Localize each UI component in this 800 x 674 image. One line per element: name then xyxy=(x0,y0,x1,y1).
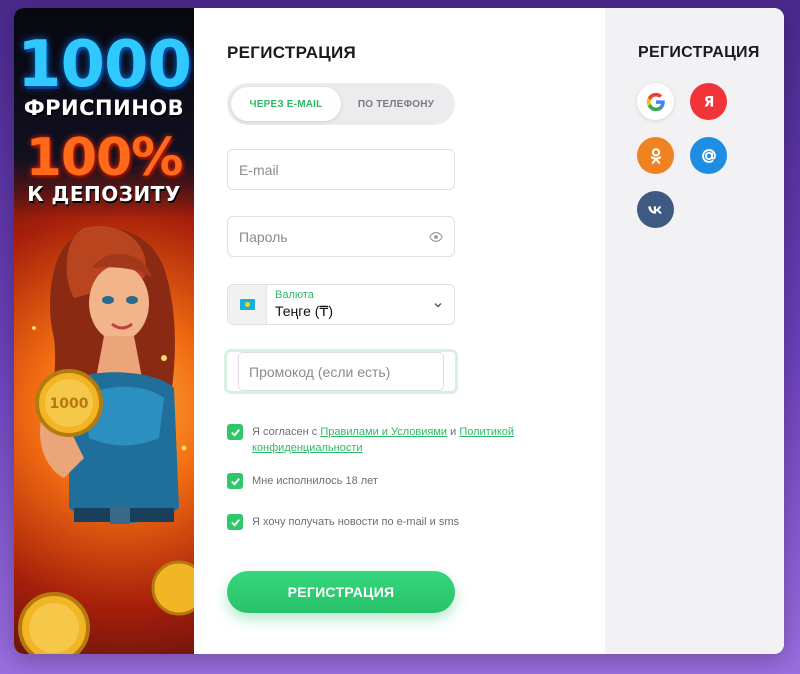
age-text: Мне исполнилось 18 лет xyxy=(252,475,378,487)
email-field[interactable] xyxy=(227,149,455,190)
currency-text: Валюта Теңге (₸) xyxy=(267,289,432,320)
promo-field-inner xyxy=(238,352,444,391)
terms-text: Я согласен с Правилами и Условиями и Пол… xyxy=(252,424,527,456)
odnoklassniki-login-button[interactable] xyxy=(637,137,674,174)
form-title: РЕГИСТРАЦИЯ xyxy=(227,43,357,62)
age-checkbox-row: Мне исполнилось 18 лет xyxy=(227,473,378,489)
terms-checkbox[interactable] xyxy=(227,424,243,440)
mail-ru-icon xyxy=(701,148,716,163)
kazakhstan-flag-icon xyxy=(239,299,255,310)
email-input[interactable] xyxy=(239,161,443,178)
terms-prefix: Я согласен с xyxy=(252,426,321,438)
check-icon xyxy=(230,518,240,527)
terms-checkbox-row: Я согласен с Правилами и Условиями и Пол… xyxy=(227,424,527,456)
promo-input[interactable] xyxy=(249,363,433,380)
banner-deposit-label: К ДЕПОЗИТУ xyxy=(27,182,181,206)
eye-icon[interactable] xyxy=(429,230,443,244)
tab-phone[interactable]: ПО ТЕЛЕФОНУ xyxy=(341,87,451,121)
google-login-button[interactable] xyxy=(637,83,674,120)
terms-link[interactable]: Правилами и Условиями xyxy=(320,426,447,438)
tab-email[interactable]: ЧЕРЕЗ E-MAIL xyxy=(231,87,341,121)
banner-freespins-count: 1000 xyxy=(16,28,192,102)
registration-modal: 1000 ФРИСПИНОВ 100% К ДЕПОЗИТУ 1000 РЕГИ… xyxy=(14,8,784,654)
vk-login-button[interactable] xyxy=(637,191,674,228)
chevron-down-icon xyxy=(434,302,442,307)
currency-select[interactable]: Валюта Теңге (₸) xyxy=(227,284,455,325)
banner-freespins-label: ФРИСПИНОВ xyxy=(23,96,185,120)
password-field[interactable] xyxy=(227,216,455,257)
vk-icon xyxy=(647,205,662,214)
password-input[interactable] xyxy=(239,228,429,245)
yandex-login-button[interactable]: Я xyxy=(690,83,727,120)
news-checkbox[interactable] xyxy=(227,514,243,530)
svg-text:1000: 1000 xyxy=(50,396,89,412)
banner-deposit-percent: 100% xyxy=(25,128,184,188)
check-icon xyxy=(230,428,240,437)
currency-label: Валюта xyxy=(275,289,314,301)
news-text: Я хочу получать новости по e-mail и sms xyxy=(252,516,459,528)
social-login-panel: РЕГИСТРАЦИЯ Я xyxy=(605,8,784,654)
registration-method-tabs: ЧЕРЕЗ E-MAIL ПО ТЕЛЕФОНУ xyxy=(227,83,455,125)
currency-flag-box xyxy=(228,285,267,324)
terms-and: и xyxy=(447,426,460,438)
currency-value: Теңге (₸) xyxy=(275,303,333,319)
yandex-icon: Я xyxy=(703,94,714,110)
check-icon xyxy=(230,477,240,486)
banner-character-illustration: 1000 xyxy=(18,226,194,654)
google-icon xyxy=(646,92,665,111)
mail-ru-login-button[interactable] xyxy=(690,137,727,174)
promo-banner: 1000 ФРИСПИНОВ 100% К ДЕПОЗИТУ 1000 xyxy=(14,8,194,654)
promo-field[interactable] xyxy=(224,349,458,394)
svg-text:Я: Я xyxy=(703,94,714,110)
social-title: РЕГИСТРАЦИЯ xyxy=(638,44,760,61)
odnoklassniki-icon xyxy=(650,147,661,164)
news-checkbox-row: Я хочу получать новости по e-mail и sms xyxy=(227,514,459,530)
age-checkbox[interactable] xyxy=(227,473,243,489)
register-button[interactable]: РЕГИСТРАЦИЯ xyxy=(227,571,455,613)
